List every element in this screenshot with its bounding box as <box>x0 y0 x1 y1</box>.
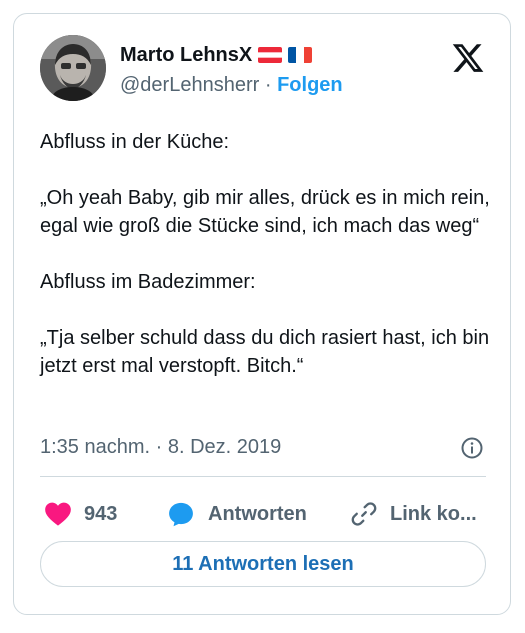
link-icon <box>351 502 377 526</box>
tweet-timestamp[interactable]: 1:35 nachm. · 8. Dez. 2019 <box>40 436 281 459</box>
tweet-paragraph: „Oh yeah Baby, gib mir alles, drück es i… <box>40 187 496 237</box>
separator-dot: · <box>264 74 272 96</box>
x-logo-icon[interactable] <box>450 41 486 75</box>
tweet-paragraph: Abfluss in der Küche: <box>40 131 229 153</box>
tweet-card: Marto LehnsX @derLehnsherr · Folgen Abfl… <box>13 13 511 615</box>
france-flag-icon <box>288 47 313 63</box>
reply-bubble-icon <box>169 502 193 527</box>
like-count: 943 <box>84 502 118 525</box>
avatar-photo <box>40 35 106 101</box>
read-replies-button[interactable]: 11 Antworten lesen <box>40 541 486 587</box>
divider <box>40 476 486 477</box>
author-handle-row: @derLehnsherr · Folgen <box>120 74 343 97</box>
heart-icon <box>45 502 71 526</box>
tweet-text: Abfluss in der Küche: „Oh yeah Baby, gib… <box>40 128 495 380</box>
reply-label: Antworten <box>208 502 307 525</box>
author-handle[interactable]: @derLehnsherr <box>120 74 259 96</box>
like-button[interactable]: 943 <box>44 499 117 529</box>
copy-link-label: Link ko... <box>390 502 477 525</box>
avatar[interactable] <box>40 35 106 101</box>
copy-link-button[interactable]: Link ko... <box>350 499 477 529</box>
info-icon[interactable] <box>460 436 484 460</box>
tweet-paragraph: „Tja selber schuld dass du dich rasiert … <box>40 327 495 377</box>
reply-button[interactable]: Antworten <box>166 499 307 529</box>
timestamp-row: 1:35 nachm. · 8. Dez. 2019 <box>40 436 484 462</box>
follow-button[interactable]: Folgen <box>277 74 343 96</box>
author-name-row: Marto LehnsX <box>120 43 313 67</box>
tweet-paragraph: Abfluss im Badezimmer: <box>40 271 256 293</box>
austria-flag-icon <box>258 47 283 63</box>
author-display-name[interactable]: Marto LehnsX <box>120 44 252 67</box>
